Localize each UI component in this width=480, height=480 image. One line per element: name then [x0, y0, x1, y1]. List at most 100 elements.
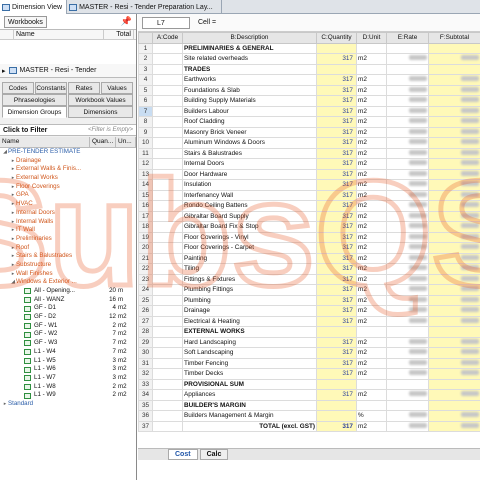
- rate-cell[interactable]: [386, 84, 429, 96]
- tree-item[interactable]: ▸ IT Wall: [0, 226, 136, 235]
- quantity-cell[interactable]: 317: [316, 305, 357, 317]
- code-cell[interactable]: [152, 116, 183, 128]
- rate-cell[interactable]: [386, 95, 429, 107]
- unit-cell[interactable]: [356, 326, 387, 338]
- rate-cell[interactable]: [386, 210, 429, 222]
- name-box[interactable]: L7: [142, 16, 190, 29]
- quantity-cell[interactable]: 317: [316, 294, 357, 306]
- row-number[interactable]: 25: [138, 294, 153, 306]
- rate-cell[interactable]: [386, 389, 429, 401]
- row-number[interactable]: 8: [138, 116, 153, 128]
- description-cell[interactable]: Builders Management & Margin: [182, 410, 317, 422]
- subtotal-cell[interactable]: [428, 336, 480, 348]
- unit-cell[interactable]: m2: [356, 242, 387, 254]
- rate-cell[interactable]: [386, 336, 429, 348]
- row-number[interactable]: 34: [138, 389, 153, 401]
- tree-item[interactable]: ▸ Drainage: [0, 157, 136, 166]
- tree-item[interactable]: GF - W2 7 m2: [0, 330, 136, 339]
- code-cell[interactable]: [152, 179, 183, 191]
- code-cell[interactable]: [152, 284, 183, 296]
- table-row[interactable]: 19 Floor Coverings - Vinyl 317 m2: [138, 231, 480, 243]
- subtotal-cell[interactable]: [428, 210, 480, 222]
- row-number[interactable]: 9: [138, 126, 153, 138]
- code-cell[interactable]: [152, 399, 183, 411]
- code-cell[interactable]: [152, 378, 183, 390]
- row-number[interactable]: 10: [138, 137, 153, 149]
- tree-qty-header[interactable]: Quan...: [90, 137, 116, 147]
- code-cell[interactable]: [152, 53, 183, 65]
- code-cell[interactable]: [152, 410, 183, 422]
- unit-cell[interactable]: m2: [356, 126, 387, 138]
- code-cell[interactable]: [152, 95, 183, 107]
- subtotal-cell[interactable]: [428, 53, 480, 65]
- unit-cell[interactable]: m2: [356, 53, 387, 65]
- row-number[interactable]: 16: [138, 200, 153, 212]
- code-cell[interactable]: [152, 74, 183, 86]
- quantity-cell[interactable]: 317: [316, 168, 357, 180]
- tree-item[interactable]: ▸ Standard: [0, 400, 136, 409]
- code-cell[interactable]: [152, 147, 183, 159]
- quantity-cell[interactable]: 317: [316, 95, 357, 107]
- rate-cell[interactable]: [386, 263, 429, 275]
- tree-item[interactable]: L1 - W7 3 m2: [0, 374, 136, 383]
- tree-item[interactable]: ▸ Floor Coverings: [0, 183, 136, 192]
- tree-item[interactable]: ▸ Internal Doors: [0, 209, 136, 218]
- row-number[interactable]: 23: [138, 273, 153, 285]
- quantity-cell[interactable]: 317: [316, 284, 357, 296]
- quantity-cell[interactable]: 317: [316, 210, 357, 222]
- unit-cell[interactable]: m2: [356, 263, 387, 275]
- row-number[interactable]: 30: [138, 347, 153, 359]
- quantity-cell[interactable]: 317: [316, 116, 357, 128]
- table-row[interactable]: 5 Foundations & Slab 317 m2: [138, 84, 480, 96]
- unit-cell[interactable]: m2: [356, 305, 387, 317]
- subtotal-cell[interactable]: [428, 294, 480, 306]
- row-number[interactable]: 21: [138, 252, 153, 264]
- table-row[interactable]: 1 PRELIMINARIES & GENERAL: [138, 42, 480, 54]
- unit-cell[interactable]: m2: [356, 389, 387, 401]
- row-number[interactable]: 19: [138, 231, 153, 243]
- rate-cell[interactable]: [386, 168, 429, 180]
- unit-cell[interactable]: m2: [356, 74, 387, 86]
- code-cell[interactable]: [152, 126, 183, 138]
- description-cell[interactable]: Plumbing Fittings: [182, 284, 317, 296]
- table-row[interactable]: 15 Interfenancy Wall 317 m2: [138, 189, 480, 201]
- tree-item[interactable]: GF - D2 12 m2: [0, 313, 136, 322]
- subtotal-cell[interactable]: [428, 179, 480, 191]
- description-cell[interactable]: Appliances: [182, 389, 317, 401]
- rate-cell[interactable]: [386, 252, 429, 264]
- subtotal-cell[interactable]: [428, 189, 480, 201]
- table-row[interactable]: 20 Floor Coverings - Carpet 317 m2: [138, 242, 480, 254]
- subtotal-cell[interactable]: [428, 273, 480, 285]
- row-number[interactable]: 11: [138, 147, 153, 159]
- tree-item[interactable]: ◢ Windows & Exterior ...: [0, 278, 136, 287]
- rate-cell[interactable]: [386, 242, 429, 254]
- description-cell[interactable]: Fittings & Fixtures: [182, 273, 317, 285]
- code-cell[interactable]: [152, 231, 183, 243]
- description-cell[interactable]: Internal Doors: [182, 158, 317, 170]
- tree-item[interactable]: L1 - W8 2 m2: [0, 383, 136, 392]
- rate-cell[interactable]: [386, 53, 429, 65]
- unit-cell[interactable]: [356, 399, 387, 411]
- unit-cell[interactable]: [356, 378, 387, 390]
- row-number[interactable]: 4: [138, 74, 153, 86]
- code-cell[interactable]: [152, 105, 183, 117]
- table-row[interactable]: 7 Builders Labour 317 m2: [138, 105, 480, 117]
- description-cell[interactable]: Floor Coverings - Carpet: [182, 242, 317, 254]
- name-column-header[interactable]: Name: [14, 30, 104, 39]
- cell-formula-label[interactable]: Cell =: [194, 17, 216, 29]
- rate-cell[interactable]: [386, 179, 429, 191]
- description-cell[interactable]: Aluminum Windows & Doors: [182, 137, 317, 149]
- quantity-cell[interactable]: 317: [316, 137, 357, 149]
- description-cell[interactable]: BUILDER'S MARGIN: [182, 399, 317, 411]
- code-cell[interactable]: [152, 336, 183, 348]
- unit-cell[interactable]: m2: [356, 95, 387, 107]
- document-tab[interactable]: MASTER - Resi - Tender Preparation Lay..…: [67, 0, 223, 14]
- unit-cell[interactable]: m2: [356, 347, 387, 359]
- description-cell[interactable]: Timber Decks: [182, 368, 317, 380]
- quantity-cell[interactable]: 317: [316, 84, 357, 96]
- document-tab[interactable]: Dimension View: [0, 0, 68, 14]
- quantity-cell[interactable]: 317: [316, 53, 357, 65]
- row-number[interactable]: 26: [138, 305, 153, 317]
- table-row[interactable]: 14 Insulation 317 m2: [138, 179, 480, 191]
- subtotal-cell[interactable]: [428, 347, 480, 359]
